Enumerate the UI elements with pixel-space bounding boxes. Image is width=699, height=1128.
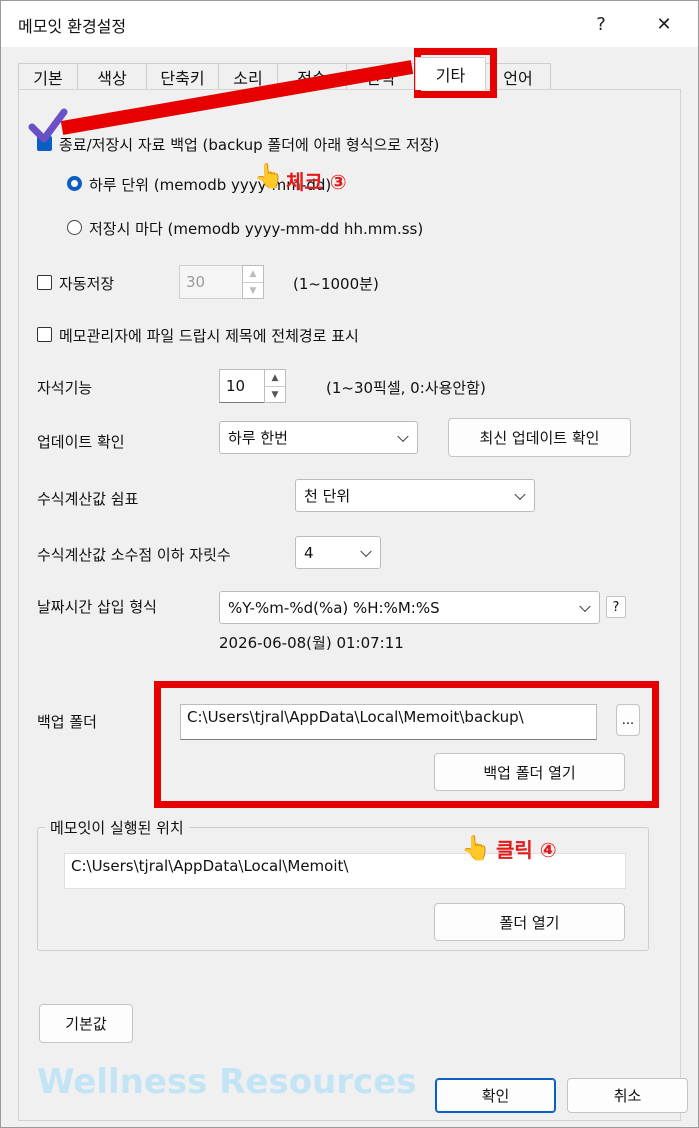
- watermark: Wellness Resources: [37, 1062, 417, 1102]
- highlight-backup-folder: [154, 681, 659, 808]
- annotation-arrow: [28, 60, 414, 143]
- tab-etc[interactable]: 기타: [415, 57, 486, 90]
- check-mark-icon: [28, 108, 68, 143]
- pointing-hand-icon: 👆: [254, 162, 284, 190]
- annotation-click: 클릭 ④: [496, 838, 557, 862]
- pointing-hand-icon: 👆: [461, 834, 491, 862]
- arrow-line: [60, 60, 414, 135]
- annotation-check: 체크 ③: [286, 170, 347, 194]
